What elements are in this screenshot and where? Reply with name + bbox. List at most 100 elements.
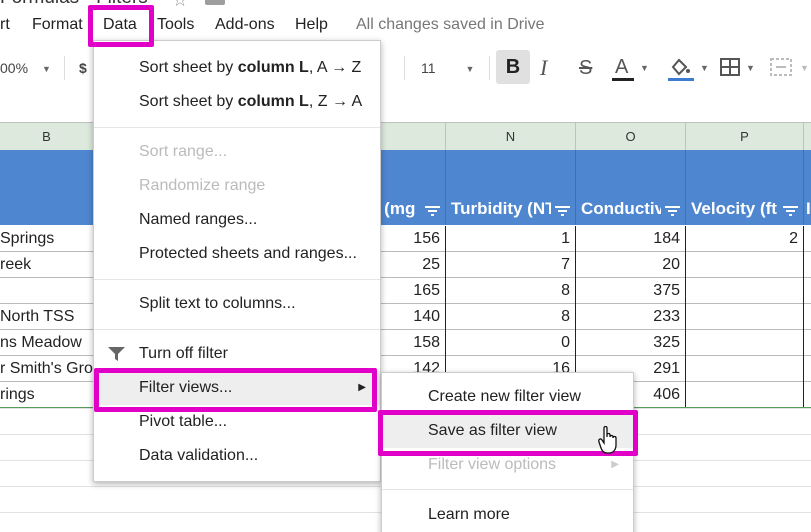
- menu-data-validation[interactable]: Data validation...: [94, 439, 380, 473]
- borders-icon[interactable]: [720, 58, 740, 76]
- cell-p[interactable]: [686, 252, 804, 278]
- font-size-value: 11: [421, 60, 436, 76]
- data-menu: Sort sheet by column L, A → Z Sort sheet…: [93, 40, 381, 482]
- menu-randomize-range: Randomize range: [139, 177, 266, 194]
- menu-divider: [382, 489, 633, 490]
- menu-sort-za-prefix: Sort sheet by: [139, 93, 238, 110]
- header-label: Velocity (ft: [691, 199, 777, 218]
- toolbar-divider: [64, 56, 65, 80]
- menu-create-filter-view[interactable]: Create new filter view: [382, 380, 633, 414]
- header-cell-m[interactable]: y (mg: [370, 150, 446, 225]
- cell-m[interactable]: 158: [380, 330, 446, 356]
- save-status[interactable]: All changes saved in Drive: [356, 12, 545, 38]
- cell-n[interactable]: 8: [446, 304, 576, 330]
- header-cell-n[interactable]: Turbidity (NT: [446, 150, 576, 225]
- column-header-p[interactable]: P: [686, 123, 804, 150]
- cell-p[interactable]: [686, 278, 804, 304]
- column-header-q[interactable]: [804, 123, 811, 150]
- header-cell-p[interactable]: Velocity (ft: [686, 150, 804, 225]
- filter-icon[interactable]: [665, 205, 680, 217]
- filter-icon[interactable]: [783, 205, 798, 217]
- column-border: [685, 226, 686, 408]
- cell-p[interactable]: [686, 382, 804, 408]
- column-header-b[interactable]: B: [0, 123, 94, 150]
- cell-name[interactable]: North TSS: [0, 304, 94, 330]
- menu-format[interactable]: Format: [32, 12, 83, 38]
- cell-m[interactable]: 165: [380, 278, 446, 304]
- chevron-down-icon[interactable]: ▼: [746, 63, 755, 73]
- menu-addons[interactable]: Add-ons: [215, 12, 275, 38]
- filter-icon[interactable]: [555, 205, 570, 217]
- fill-color-icon[interactable]: [668, 56, 692, 80]
- header-cell-o[interactable]: Conductiv: [576, 150, 686, 225]
- menu-filter-view-options-label: Filter view options: [428, 456, 557, 473]
- cell-n[interactable]: 8: [446, 278, 576, 304]
- header-label: Turbidity (NT: [451, 199, 551, 218]
- menu-split-text[interactable]: Split text to columns...: [94, 287, 380, 321]
- merge-cells-icon[interactable]: [770, 58, 792, 76]
- chevron-down-icon[interactable]: ▼: [800, 63, 809, 73]
- cell-m[interactable]: 140: [380, 304, 446, 330]
- highlight-filter-views: [94, 368, 377, 412]
- zoom-value: 00%: [0, 60, 29, 76]
- menu-learn-more[interactable]: Learn more: [382, 498, 633, 532]
- cell-n[interactable]: 0: [446, 330, 576, 356]
- currency-button[interactable]: $: [79, 48, 87, 88]
- column-header-o[interactable]: O: [576, 123, 686, 150]
- menu-turn-off-filter[interactable]: Turn off filter: [94, 337, 380, 371]
- cell-p[interactable]: [686, 356, 804, 382]
- menu-sort-az-suffix: , A → Z: [308, 59, 362, 76]
- menu-sort-za[interactable]: Sort sheet by column L, Z → A: [94, 85, 380, 119]
- strikethrough-button[interactable]: S: [579, 48, 592, 88]
- menu-named-ranges[interactable]: Named ranges...: [94, 203, 380, 237]
- cell-n[interactable]: 1: [446, 226, 576, 252]
- cell-m[interactable]: 25: [380, 252, 446, 278]
- cell-name[interactable]: Springs: [0, 226, 94, 252]
- menu-divider: [94, 279, 380, 280]
- cell-n[interactable]: 7: [446, 252, 576, 278]
- cell-o[interactable]: 20: [576, 252, 686, 278]
- menu-divider: [94, 127, 380, 128]
- cell-o[interactable]: 375: [576, 278, 686, 304]
- cell-name[interactable]: r Smith's Gro: [0, 356, 94, 382]
- header-label: Conductiv: [581, 199, 661, 218]
- cell-name[interactable]: ns Meadow: [0, 330, 94, 356]
- menu-protected-sheets[interactable]: Protected sheets and ranges...: [94, 237, 380, 271]
- font-size-select[interactable]: 11 ▼: [421, 48, 474, 88]
- column-header-n[interactable]: N: [446, 123, 576, 150]
- menu-divider: [94, 329, 380, 330]
- cell-p[interactable]: [686, 304, 804, 330]
- cell-o[interactable]: 184: [576, 226, 686, 252]
- cell-name[interactable]: reek: [0, 252, 94, 278]
- chevron-down-icon: ▼: [465, 64, 475, 75]
- menu-sort-az[interactable]: Sort sheet by column L, A → Z: [94, 51, 380, 85]
- cell-name[interactable]: [0, 278, 94, 304]
- fill-color-swatch: [668, 78, 694, 81]
- chevron-down-icon[interactable]: ▼: [700, 63, 709, 73]
- text-color-swatch: [612, 78, 634, 81]
- menu-insert[interactable]: rt: [0, 12, 10, 38]
- bold-button[interactable]: B: [496, 50, 530, 84]
- filter-icon[interactable]: [425, 205, 440, 217]
- chevron-down-icon: ▼: [42, 64, 51, 75]
- header-cell-q[interactable]: I: [804, 150, 811, 225]
- cell-o[interactable]: 233: [576, 304, 686, 330]
- menu-tools[interactable]: Tools: [157, 12, 194, 38]
- cell-m[interactable]: 156: [380, 226, 446, 252]
- menu-sort-za-suffix: , Z → A: [308, 93, 363, 110]
- cell-p[interactable]: [686, 330, 804, 356]
- filter-icon: [108, 347, 125, 361]
- star-icon[interactable]: ☆: [172, 0, 188, 11]
- zoom-select[interactable]: 00% ▼: [0, 48, 51, 88]
- menu-help[interactable]: Help: [295, 12, 328, 38]
- italic-button[interactable]: I: [540, 48, 547, 88]
- menu-sort-az-prefix: Sort sheet by: [139, 59, 238, 76]
- folder-icon[interactable]: [205, 0, 225, 5]
- cell-o[interactable]: 325: [576, 330, 686, 356]
- menu-sort-range: Sort range...: [139, 143, 228, 160]
- column-header-m[interactable]: [380, 123, 446, 150]
- chevron-down-icon[interactable]: ▼: [640, 63, 649, 73]
- highlight-data-menu: [88, 5, 154, 47]
- cell-name[interactable]: rings: [0, 382, 94, 408]
- cell-p[interactable]: 2: [686, 226, 804, 252]
